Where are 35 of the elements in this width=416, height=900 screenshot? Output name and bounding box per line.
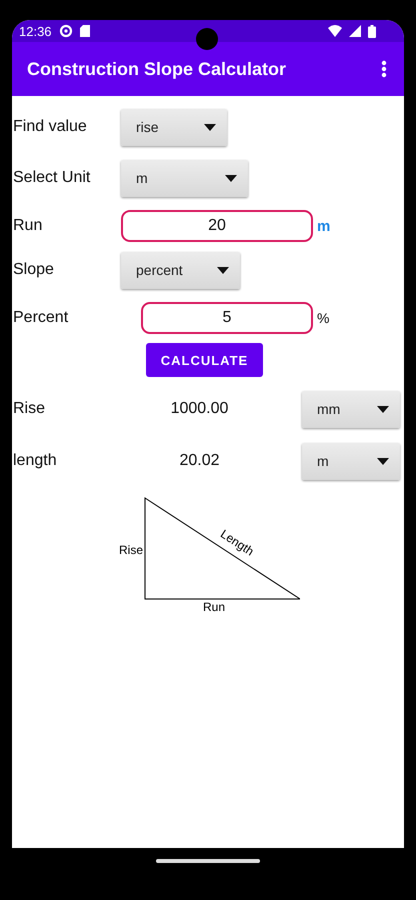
caret-icon [204,124,216,130]
caret-icon [377,458,389,464]
input-field[interactable]: 20 [121,210,313,242]
unit-label: % [317,310,330,326]
clock-text: 12:36 [19,24,52,38]
result-value: 20.02 [178,452,221,470]
field-label: Run [13,217,44,235]
caret-icon [377,406,389,412]
dropdown[interactable]: rise [121,108,227,146]
field-label: Percent [13,309,70,327]
dropdown[interactable]: percent [121,252,240,288]
more-menu-icon[interactable] [381,60,387,78]
field-label: Slope [13,261,55,279]
caret-icon [217,266,229,274]
home-indicator[interactable] [156,858,260,862]
calculate-button[interactable]: CALCULATE [146,343,264,377]
camera-cutout [196,28,218,50]
dropdown[interactable]: m [302,442,400,480]
input-field[interactable]: 5 [141,302,313,334]
field-label: Select Unit [13,169,92,187]
result-label: length [13,452,58,470]
field-label: Find value [13,118,88,136]
result-label: Rise [13,400,46,418]
unit-label: m [317,218,330,234]
battery-icon [368,24,376,38]
dropdown[interactable]: mm [302,390,400,428]
app-title: Construction Slope Calculator [27,58,286,80]
sd-card-icon [80,25,90,37]
dropdown[interactable]: m [121,160,248,196]
caret-icon [225,174,237,182]
result-value: 1000.00 [170,400,230,418]
signal-icon [349,25,361,37]
rise-label: Rise [118,543,143,557]
run-label: Run [203,600,225,614]
wifi-icon [328,25,342,37]
